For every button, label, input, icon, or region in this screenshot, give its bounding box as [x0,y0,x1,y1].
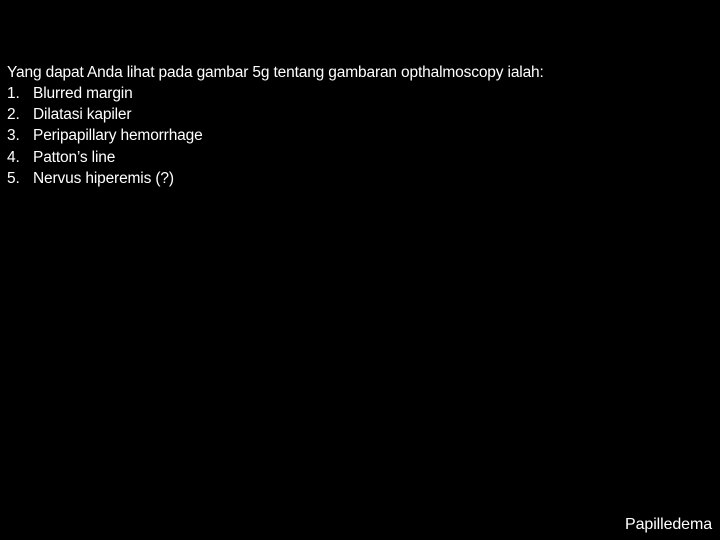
list-item-marker: 4. [7,148,20,166]
list-item: 3. Peripapillary hemorrhage [7,125,707,146]
list-item-marker: 2. [7,106,20,124]
list-item: 5. Nervus hiperemis (?) [7,168,707,189]
list-item-label: Blurred margin [33,85,133,102]
slide-heading-question: Yang dapat Anda lihat pada gambar 5g ten… [7,64,544,81]
list-item-label: Nervus hiperemis (?) [33,169,174,187]
slide-body-text-block: Yang dapat Anda lihat pada gambar 5g ten… [7,62,707,189]
findings-numbered-list: 1. Blurred margin 2. Dilatasi kapiler 3.… [7,83,707,189]
list-item: 2. Dilatasi kapiler [7,104,707,125]
list-item-marker: 3. [7,127,20,145]
list-item: 1. Blurred margin [7,83,707,104]
list-item-label: Dilatasi kapiler [33,106,132,124]
list-item-marker: 5. [7,169,20,187]
slide-canvas: Yang dapat Anda lihat pada gambar 5g ten… [0,0,720,540]
list-item-label: Patton’s line [33,148,116,166]
slide-footer-caption: Papilledema [625,516,712,533]
list-item-marker: 1. [7,85,20,102]
list-item-label: Peripapillary hemorrhage [33,127,203,145]
list-item: 4. Patton’s line [7,147,707,168]
